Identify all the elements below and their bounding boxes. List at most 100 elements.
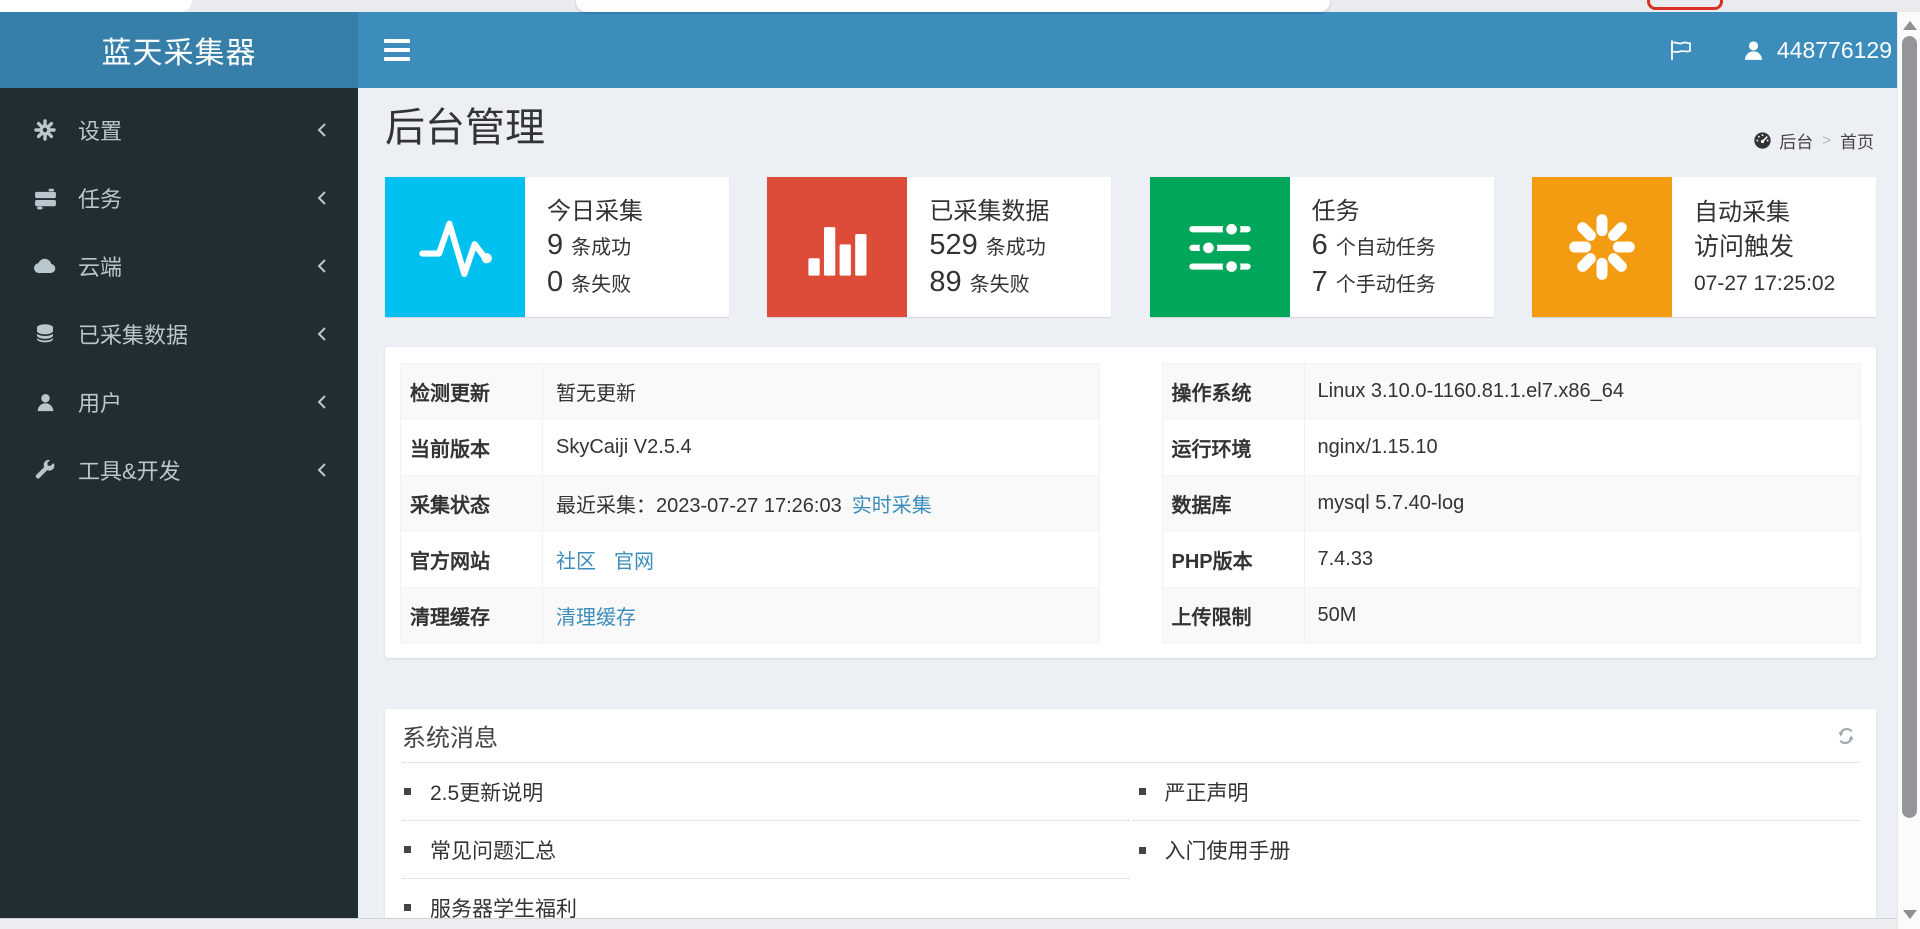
browser-chrome-shape — [0, 0, 192, 12]
message-item[interactable]: 入门使用手册 — [1133, 821, 1860, 879]
bullet-icon — [404, 788, 411, 795]
pulse-icon — [385, 177, 525, 317]
info-box-tasks[interactable]: 任务 6 个自动任务 7 个手动任务 — [1149, 177, 1494, 317]
clear-cache-link[interactable]: 清理缓存 — [556, 607, 636, 629]
table-row: 官方网站 社区 官网 — [400, 531, 1099, 588]
stat-text: 个手动任务 — [1335, 273, 1436, 296]
info-box-title: 任务 — [1311, 197, 1360, 225]
sidebar-item-label: 设置 — [78, 119, 123, 144]
stat-number: 529 — [929, 228, 978, 261]
brand-logo[interactable]: 蓝天采集器 — [0, 12, 358, 88]
sidebar: 设置 任务 云端 已采集数据 用户 工具&开发 — [0, 88, 358, 929]
refresh-button[interactable] — [1833, 723, 1859, 749]
scrollbar-thumb[interactable] — [1902, 36, 1917, 818]
scroll-down-arrow[interactable] — [1898, 903, 1920, 925]
stat-number: 0 — [547, 265, 564, 298]
stat-text: 条失败 — [571, 273, 632, 296]
breadcrumb-home[interactable]: 后台 — [1753, 128, 1813, 153]
tasks-icon — [28, 186, 62, 211]
message-item[interactable]: 严正声明 — [1132, 763, 1859, 821]
navbar-right: 448776129 — [1669, 12, 1892, 88]
system-info-card: 检测更新 暂无更新 当前版本 SkyCaiji V2.5.4 采集状态 最近采集… — [385, 347, 1876, 658]
sidebar-item-collected-data[interactable]: 已采集数据 — [0, 300, 358, 368]
sidebar-item-label: 任务 — [78, 187, 123, 212]
system-info-table-right: 操作系统 Linux 3.10.0-1160.81.1.el7.x86_64 运… — [1161, 363, 1861, 644]
stat-text: 个自动任务 — [1335, 236, 1436, 259]
bar-chart-icon — [767, 177, 908, 317]
user-icon — [1744, 40, 1762, 60]
hamburger-icon — [384, 39, 410, 43]
dashboard-icon — [1754, 132, 1771, 149]
browser-omnibox-edge — [576, 0, 1330, 12]
chevron-left-icon — [316, 462, 328, 478]
sidebar-item-label: 云端 — [78, 255, 123, 280]
info-box-collected-data[interactable]: 已采集数据 529 条成功 89 条失败 — [767, 177, 1112, 317]
stat-number: 7 — [1311, 265, 1328, 298]
main-content: 后台管理 后台 > 首页 今日采集 9 条成功 0 条失败 已采集数据 529 … — [358, 88, 1896, 929]
chevron-left-icon — [316, 258, 328, 274]
bottom-edge-strip — [0, 918, 1897, 929]
message-item[interactable]: 常见问题汇总 — [402, 821, 1129, 879]
info-box-auto-collect[interactable]: 自动采集 访问触发 07-27 17:25:02 — [1531, 177, 1876, 317]
user-id: 448776129 — [1776, 36, 1892, 63]
breadcrumb: 后台 > 首页 — [1753, 128, 1874, 153]
sidebar-item-label: 用户 — [78, 391, 123, 416]
table-row: 操作系统 Linux 3.10.0-1160.81.1.el7.x86_64 — [1162, 363, 1861, 420]
system-messages-title: 系统消息 — [402, 725, 498, 752]
bullet-icon — [1138, 846, 1146, 854]
sidebar-item-cloud[interactable]: 云端 — [0, 232, 358, 300]
system-messages-card: 系统消息 2.5更新说明 常见问题汇总 服务器学生福利 严正声明 入门使用手册 — [385, 709, 1876, 929]
table-row: 上传限制 50M — [1162, 587, 1861, 644]
stat-number: 89 — [929, 265, 962, 298]
system-info-table-left: 检测更新 暂无更新 当前版本 SkyCaiji V2.5.4 采集状态 最近采集… — [400, 363, 1100, 644]
chevron-left-icon — [316, 122, 328, 138]
info-box-title: 已采集数据 — [929, 197, 1050, 225]
messages-column-left: 2.5更新说明 常见问题汇总 服务器学生福利 — [402, 763, 1129, 929]
table-row: 数据库 mysql 5.7.40-log — [1162, 475, 1861, 532]
table-row: 当前版本 SkyCaiji V2.5.4 — [400, 419, 1099, 476]
chevron-left-icon — [316, 394, 328, 410]
user-menu[interactable]: 448776129 — [1741, 37, 1892, 64]
user-icon — [28, 391, 62, 414]
sidebar-item-users[interactable]: 用户 — [0, 368, 358, 436]
stat-text: 条成功 — [571, 236, 632, 259]
navbar: 448776129 — [358, 12, 1920, 88]
sidebar-item-settings[interactable]: 设置 — [0, 96, 358, 164]
info-box-today-collect[interactable]: 今日采集 9 条成功 0 条失败 — [385, 177, 729, 317]
realtime-collect-link[interactable]: 实时采集 — [852, 495, 932, 517]
official-site-link[interactable]: 官网 — [614, 551, 654, 573]
info-box-row: 今日采集 9 条成功 0 条失败 已采集数据 529 条成功 89 条失败 任务… — [385, 177, 1876, 317]
sidebar-toggle-button[interactable] — [384, 39, 410, 61]
bullet-icon — [404, 904, 411, 911]
database-icon — [28, 322, 62, 346]
stat-number: 6 — [1311, 228, 1328, 261]
table-row: 运行环境 nginx/1.15.10 — [1162, 419, 1861, 476]
bullet-icon — [404, 846, 411, 853]
top-header: 蓝天采集器 448776129 — [0, 12, 1920, 88]
scroll-up-arrow[interactable] — [1898, 14, 1920, 36]
breadcrumb-current[interactable]: 首页 — [1840, 128, 1874, 153]
breadcrumb-separator: > — [1822, 132, 1831, 149]
cloud-icon — [28, 253, 62, 279]
browser-chrome-strip — [0, 0, 1920, 12]
message-item[interactable]: 2.5更新说明 — [402, 763, 1129, 821]
info-box-title: 今日采集 — [547, 197, 643, 225]
info-box-title: 自动采集 — [1693, 198, 1790, 226]
bullet-icon — [1138, 788, 1146, 795]
system-messages-header: 系统消息 — [402, 709, 1859, 763]
table-row: 检测更新 暂无更新 — [400, 363, 1099, 420]
table-row: 清理缓存 清理缓存 — [400, 587, 1099, 644]
messages-column-right: 严正声明 入门使用手册 — [1132, 763, 1860, 929]
community-link[interactable]: 社区 — [556, 551, 596, 573]
sidebar-item-tasks[interactable]: 任务 — [0, 164, 358, 232]
chevron-left-icon — [316, 190, 328, 206]
flag-icon[interactable] — [1669, 38, 1693, 62]
sidebar-item-tools-dev[interactable]: 工具&开发 — [0, 436, 358, 504]
gear-icon — [28, 118, 62, 142]
content-header: 后台管理 后台 > 首页 — [385, 88, 1876, 177]
vertical-scrollbar[interactable] — [1897, 12, 1920, 929]
sidebar-item-label: 工具&开发 — [78, 459, 181, 484]
table-row: PHP版本 7.4.33 — [1162, 531, 1861, 588]
sliders-icon — [1149, 177, 1290, 317]
chevron-left-icon — [316, 326, 328, 342]
